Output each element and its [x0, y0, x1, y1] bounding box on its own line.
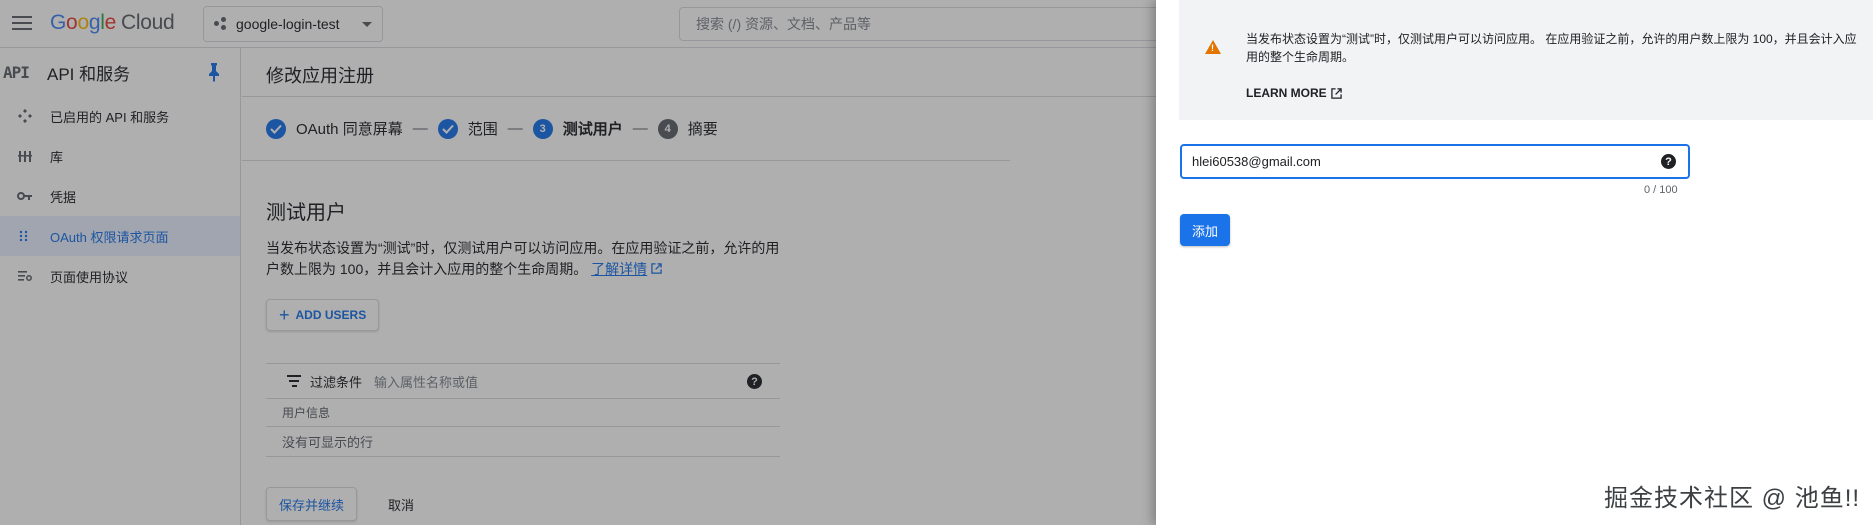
email-input[interactable]: hlei60538@gmail.com ? — [1180, 144, 1690, 179]
learn-more-label: LEARN MORE — [1246, 86, 1327, 100]
help-icon[interactable]: ? — [1661, 154, 1676, 169]
add-users-panel: ! 当发布状态设置为“测试”时，仅测试用户可以访问应用。 在应用验证之前，允许的… — [1156, 0, 1873, 525]
modal-scrim[interactable] — [0, 0, 1156, 525]
character-counter: 0 / 100 — [1644, 184, 1678, 196]
external-link-icon — [1330, 87, 1342, 99]
warning-icon: ! — [1205, 40, 1221, 54]
email-value: hlei60538@gmail.com — [1192, 154, 1321, 169]
learn-more-link[interactable]: LEARN MORE — [1246, 86, 1342, 100]
add-button[interactable]: 添加 — [1180, 214, 1231, 246]
warning-notice: ! 当发布状态设置为“测试”时，仅测试用户可以访问应用。 在应用验证之前，允许的… — [1179, 0, 1873, 120]
notice-text: 当发布状态设置为“测试”时，仅测试用户可以访问应用。 在应用验证之前，允许的用户… — [1246, 32, 1857, 64]
watermark: 掘金技术社区 @ 池鱼!! — [1604, 485, 1861, 512]
